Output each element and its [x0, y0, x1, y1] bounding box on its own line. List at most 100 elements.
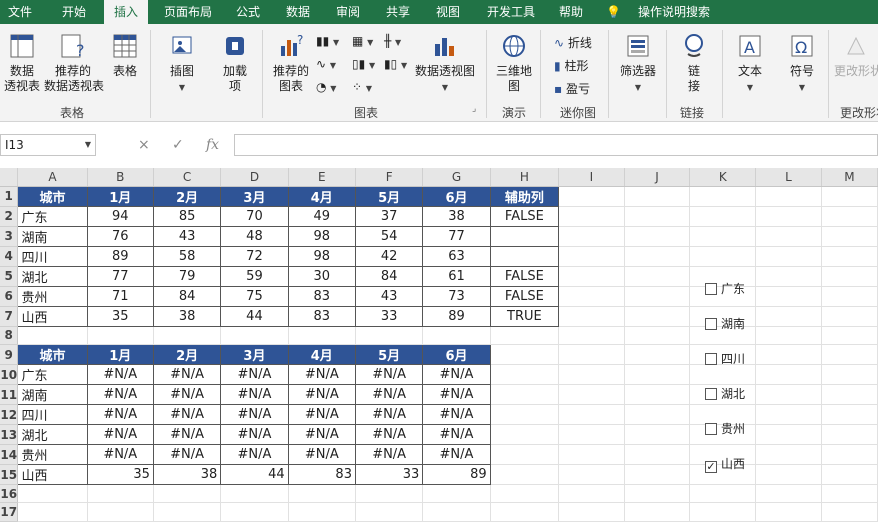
table1-cell[interactable]: 38: [422, 205, 491, 227]
cell[interactable]: [558, 444, 625, 466]
cell[interactable]: [755, 364, 822, 386]
table2-cell[interactable]: #N/A: [422, 384, 491, 406]
checkbox-3[interactable]: 湖北: [705, 385, 745, 402]
cell[interactable]: [624, 306, 691, 327]
table1-cell[interactable]: 94: [86, 205, 154, 227]
cell[interactable]: [821, 286, 878, 307]
sparkline-line-button[interactable]: ∿ 折线: [554, 34, 592, 51]
cell[interactable]: [821, 206, 878, 227]
table1-cell[interactable]: 59: [220, 265, 289, 287]
cell[interactable]: [755, 246, 822, 267]
table2-cell[interactable]: 44: [220, 464, 289, 486]
table1-cell[interactable]: 54: [354, 225, 424, 247]
cell[interactable]: [755, 484, 822, 504]
checkbox-5[interactable]: ✓ 山西: [705, 455, 745, 473]
cell[interactable]: [87, 484, 154, 504]
column-header-I[interactable]: I: [558, 168, 625, 187]
cell[interactable]: [624, 502, 691, 522]
cell[interactable]: [821, 364, 878, 386]
row-header-1[interactable]: 1: [0, 186, 19, 207]
enter-icon[interactable]: ✓: [172, 134, 184, 156]
table1-cell[interactable]: 贵州: [17, 285, 88, 307]
table1-cell[interactable]: 37: [354, 205, 424, 227]
cell[interactable]: [87, 502, 154, 522]
table1-cell[interactable]: 63: [422, 245, 491, 267]
cell[interactable]: [624, 246, 691, 267]
table2-cell[interactable]: 湖北: [17, 424, 88, 446]
table1-cell[interactable]: 35: [86, 305, 154, 327]
cell[interactable]: [821, 444, 878, 466]
pie-chart-icon[interactable]: ◔ ▼: [316, 80, 336, 94]
checkbox-1[interactable]: 湖南: [705, 315, 745, 332]
cell[interactable]: [821, 306, 878, 327]
cell[interactable]: [558, 306, 625, 327]
cell[interactable]: [624, 286, 691, 307]
table2-cell[interactable]: #N/A: [422, 364, 491, 386]
table2-cell[interactable]: 广东: [17, 364, 88, 386]
cell[interactable]: [558, 364, 625, 386]
table1-cell[interactable]: FALSE: [489, 265, 560, 287]
cell[interactable]: [624, 344, 691, 366]
cell[interactable]: [558, 286, 625, 307]
cell[interactable]: [624, 404, 691, 426]
table1-cell[interactable]: 山西: [17, 305, 88, 327]
table1-cell[interactable]: 49: [287, 205, 356, 227]
cell[interactable]: [490, 404, 560, 426]
cell[interactable]: [689, 226, 757, 247]
cell[interactable]: [624, 464, 691, 486]
table2-cell[interactable]: 贵州: [17, 444, 88, 466]
table1-cell[interactable]: 89: [422, 305, 491, 327]
name-box[interactable]: I13 ▼: [0, 134, 96, 156]
text-button[interactable]: A 文本 ▼: [730, 32, 770, 95]
row-header-12[interactable]: 12: [0, 404, 19, 426]
tab-review[interactable]: 审阅: [330, 0, 366, 24]
table2-cell[interactable]: #N/A: [354, 404, 424, 426]
cell[interactable]: [558, 246, 625, 267]
cell[interactable]: [689, 502, 757, 522]
cell[interactable]: [624, 444, 691, 466]
cell[interactable]: [490, 444, 560, 466]
table1-cell[interactable]: FALSE: [489, 285, 560, 307]
table1-cell[interactable]: 广东: [17, 205, 88, 227]
cell[interactable]: [755, 464, 822, 486]
cell[interactable]: [288, 502, 356, 522]
addins-button[interactable]: 加载 项: [214, 32, 256, 94]
table1-cell[interactable]: 76: [86, 225, 154, 247]
cell[interactable]: [17, 502, 88, 522]
link-button[interactable]: 链 接: [674, 32, 714, 94]
table1-cell[interactable]: 98: [287, 225, 356, 247]
cell[interactable]: [17, 484, 88, 504]
cell[interactable]: [624, 424, 691, 446]
cell[interactable]: [558, 344, 625, 366]
table2-cell[interactable]: #N/A: [152, 424, 222, 446]
cell[interactable]: [821, 404, 878, 426]
cancel-icon[interactable]: ×: [138, 134, 150, 156]
table1-cell[interactable]: 83: [287, 305, 356, 327]
cell[interactable]: [288, 484, 356, 504]
table2-cell[interactable]: #N/A: [354, 444, 424, 466]
table1-header-cell[interactable]: 1月: [86, 185, 154, 207]
cell[interactable]: [821, 326, 878, 346]
table1-cell[interactable]: 30: [287, 265, 356, 287]
column-header-E[interactable]: E: [288, 168, 356, 187]
table2-cell[interactable]: 83: [287, 464, 356, 486]
cell[interactable]: [755, 226, 822, 247]
row-header-16[interactable]: 16: [0, 484, 19, 504]
table2-cell[interactable]: #N/A: [152, 364, 222, 386]
table2-cell[interactable]: #N/A: [220, 424, 289, 446]
row-header-13[interactable]: 13: [0, 424, 19, 446]
table2-cell[interactable]: #N/A: [86, 444, 154, 466]
table2-cell[interactable]: #N/A: [86, 404, 154, 426]
table1-cell[interactable]: 79: [152, 265, 222, 287]
cell[interactable]: [821, 344, 878, 366]
cell[interactable]: [490, 424, 560, 446]
row-header-4[interactable]: 4: [0, 246, 19, 267]
cell[interactable]: [153, 502, 222, 522]
table1-cell[interactable]: 83: [287, 285, 356, 307]
cell[interactable]: [558, 502, 625, 522]
table2-cell[interactable]: #N/A: [86, 384, 154, 406]
cell[interactable]: [558, 206, 625, 227]
cell[interactable]: [490, 364, 560, 386]
table1-cell[interactable]: 48: [220, 225, 289, 247]
cell[interactable]: [755, 424, 822, 446]
